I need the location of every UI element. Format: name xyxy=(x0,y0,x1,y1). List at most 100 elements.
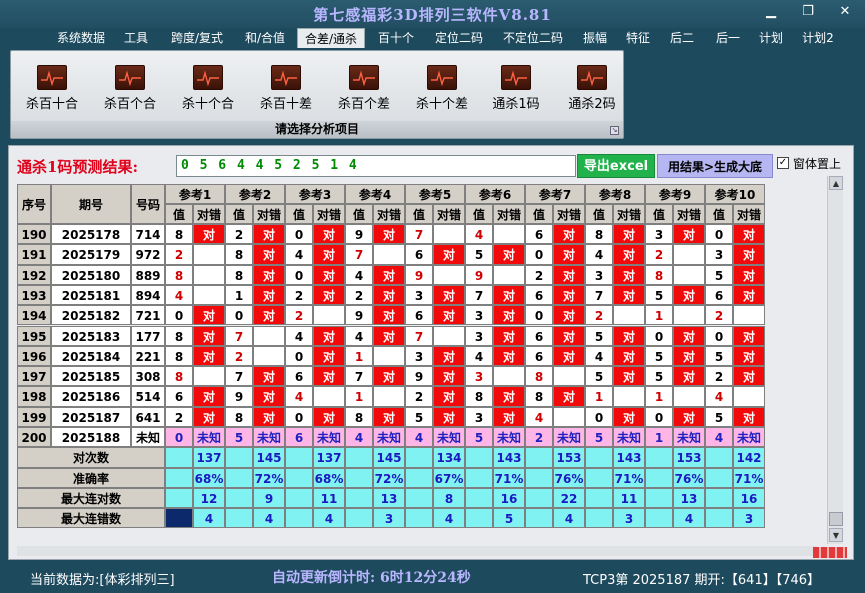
menu-span[interactable]: 跨度/复式 xyxy=(162,28,232,48)
row-number: 714 xyxy=(131,224,165,245)
value-cell: 7 xyxy=(585,284,613,306)
menu-tools[interactable]: 工具 xyxy=(118,28,154,48)
stat-filler xyxy=(165,508,193,529)
value-cell: 0 xyxy=(645,325,673,346)
value-cell: 6 xyxy=(525,284,553,306)
value-cell: 9 xyxy=(405,366,433,387)
stat-filler xyxy=(465,467,493,488)
ribbon-button[interactable]: 杀十个差 xyxy=(404,65,480,112)
value-cell: 8 xyxy=(585,224,613,245)
result-cell: 对 xyxy=(493,284,525,306)
menu-diff-kill[interactable]: 合差/通杀 xyxy=(297,28,365,48)
stat-filler xyxy=(225,467,253,488)
pending-value: 0 xyxy=(165,427,193,448)
scroll-thumb[interactable] xyxy=(829,512,843,526)
result-cell: 对 xyxy=(613,345,645,367)
ribbon-button-label: 杀十个合 xyxy=(181,97,234,112)
value-cell: 8 xyxy=(525,386,553,407)
pending-mark: 未知 xyxy=(373,427,405,448)
pending-value: 5 xyxy=(225,427,253,448)
stat-filler xyxy=(285,447,313,468)
value-cell: 8 xyxy=(525,366,553,387)
row-seq: 193 xyxy=(17,284,51,306)
value-cell: 0 xyxy=(705,224,733,245)
pending-mark: 未知 xyxy=(193,427,225,448)
value-cell: 3 xyxy=(465,305,493,326)
pending-value: 2 xyxy=(525,427,553,448)
vertical-scrollbar[interactable]: ▲ ▼ xyxy=(827,176,843,544)
result-cell: 对 xyxy=(253,224,285,245)
menu-amplitude[interactable]: 振幅 xyxy=(577,28,613,48)
ribbon-button[interactable]: 杀百十合 xyxy=(14,65,90,112)
ribbon-button[interactable]: 通杀2码 xyxy=(554,65,630,112)
stat-value: 145 xyxy=(373,447,405,468)
result-cell: 对 xyxy=(553,345,585,367)
stat-value: 4 xyxy=(313,508,345,529)
value-cell: 5 xyxy=(705,345,733,367)
stat-value: 4 xyxy=(673,508,705,529)
menu-system-data[interactable]: 系统数据 xyxy=(50,28,112,48)
header-result: 对错 xyxy=(313,204,345,224)
stat-label: 最大连对数 xyxy=(17,487,165,509)
row-seq: 190 xyxy=(17,224,51,245)
result-cell xyxy=(193,366,225,387)
result-cell xyxy=(433,224,465,245)
stat-value: 71% xyxy=(613,467,645,488)
result-cell: 对 xyxy=(193,406,225,427)
resize-grip[interactable] xyxy=(813,547,847,558)
menu-sum[interactable]: 和/合值 xyxy=(238,28,292,48)
result-cell: 对 xyxy=(553,244,585,265)
header-result: 对错 xyxy=(733,204,765,224)
minimize-icon[interactable]: ▁ xyxy=(760,4,782,20)
row-period: 2025184 xyxy=(51,345,131,367)
close-icon[interactable]: ✕ xyxy=(834,4,856,20)
stat-value: 153 xyxy=(673,447,705,468)
result-cell: 对 xyxy=(433,244,465,265)
ribbon-button[interactable]: 杀十个合 xyxy=(170,65,246,112)
menu-position-two[interactable]: 定位二码 xyxy=(428,28,490,48)
ribbon-button[interactable]: 通杀1码 xyxy=(478,65,554,112)
header-value: 值 xyxy=(285,204,313,224)
result-cell: 对 xyxy=(373,264,405,285)
ribbon-button[interactable]: 杀百个差 xyxy=(326,65,402,112)
generate-button[interactable]: 用结果>生成大底 xyxy=(657,154,773,178)
menu-feature[interactable]: 特征 xyxy=(620,28,656,48)
data-grid: 序号 期号 号码 参考1 值对错 参考2 值对错 参考3 值对错 参考4 值对错 参考5 值对错 参考6 值… xyxy=(17,184,772,544)
menu-last-one[interactable]: 后一 xyxy=(708,28,748,48)
ribbon-expand-icon[interactable]: ↘ xyxy=(610,126,619,135)
value-cell: 3 xyxy=(645,224,673,245)
topmost-checkbox[interactable]: ✓ xyxy=(777,157,789,169)
header-group: 参考5 xyxy=(405,184,465,204)
row-seq: 194 xyxy=(17,305,51,326)
ribbon-button[interactable]: 杀百个合 xyxy=(92,65,168,112)
menu-bar: 系统数据 工具 跨度/复式 和/合值 合差/通杀 百十个 定位二码 不定位二码 … xyxy=(0,26,865,48)
menu-nonposition-two[interactable]: 不定位二码 xyxy=(497,28,569,48)
header-value: 值 xyxy=(225,204,253,224)
header-group: 参考9 xyxy=(645,184,705,204)
value-cell: 8 xyxy=(345,406,373,427)
row-number: 221 xyxy=(131,345,165,367)
value-cell: 8 xyxy=(225,264,253,285)
menu-last-two[interactable]: 后二 xyxy=(664,28,700,48)
value-cell: 5 xyxy=(405,406,433,427)
scroll-up-icon[interactable]: ▲ xyxy=(829,176,843,190)
scroll-down-icon[interactable]: ▼ xyxy=(829,528,843,542)
stat-value: 71% xyxy=(493,467,525,488)
result-cell: 对 xyxy=(493,305,525,326)
header-group: 参考1 xyxy=(165,184,225,204)
header-group: 参考3 xyxy=(285,184,345,204)
ribbon-button-label: 通杀2码 xyxy=(568,97,616,112)
restore-icon[interactable]: ❐ xyxy=(797,4,819,20)
value-cell: 6 xyxy=(165,386,193,407)
result-cell: 对 xyxy=(493,386,525,407)
export-excel-button[interactable]: 导出excel xyxy=(577,154,655,178)
result-cell: 对 xyxy=(253,284,285,306)
ribbon-button[interactable]: 杀百十差 xyxy=(248,65,324,112)
menu-plan2[interactable]: 计划2 xyxy=(796,28,840,48)
result-cell: 对 xyxy=(613,325,645,346)
menu-plan[interactable]: 计划 xyxy=(754,28,788,48)
horizontal-strip xyxy=(17,546,817,556)
result-field[interactable]: 0 5 6 4 4 5 2 5 1 4 xyxy=(176,155,576,177)
stat-filler xyxy=(525,508,553,529)
menu-hundreds[interactable]: 百十个 xyxy=(371,28,421,48)
